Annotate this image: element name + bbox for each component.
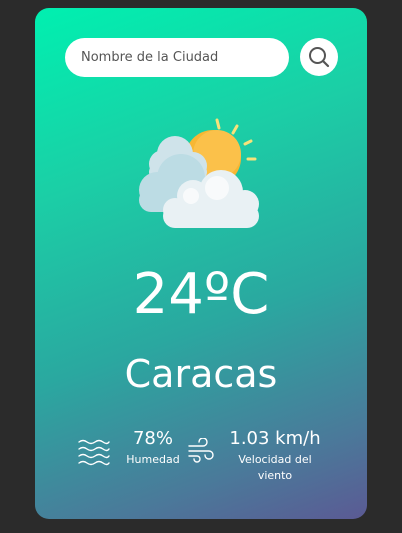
humidity-waves-icon — [78, 439, 110, 466]
weather-card: 24ºC Caracas 78% Humedad — [35, 8, 367, 519]
humidity-text: 78% Humedad — [121, 426, 185, 468]
wind-text: 1.03 km/h Velocidad del viento — [225, 426, 325, 484]
temperature: 24ºC — [132, 262, 270, 327]
wind-value: 1.03 km/h — [229, 428, 321, 449]
humidity-value: 78% — [132, 428, 173, 449]
search-icon — [309, 47, 330, 68]
city-name: Caracas — [124, 352, 278, 396]
humidity-label: Humedad — [126, 453, 180, 466]
weather-details: 78% Humedad 1.03 km/h Velocidad del vien… — [35, 426, 367, 496]
wind-icon — [188, 438, 214, 463]
search-input[interactable] — [65, 38, 289, 77]
wind-section: 1.03 km/h Velocidad del viento — [187, 426, 325, 484]
search-bar — [65, 38, 338, 78]
wind-label: Velocidad del viento — [238, 453, 312, 482]
partly-cloudy-icon — [139, 118, 259, 228]
humidity-section: 78% Humedad — [77, 426, 185, 468]
search-button[interactable] — [300, 38, 338, 76]
